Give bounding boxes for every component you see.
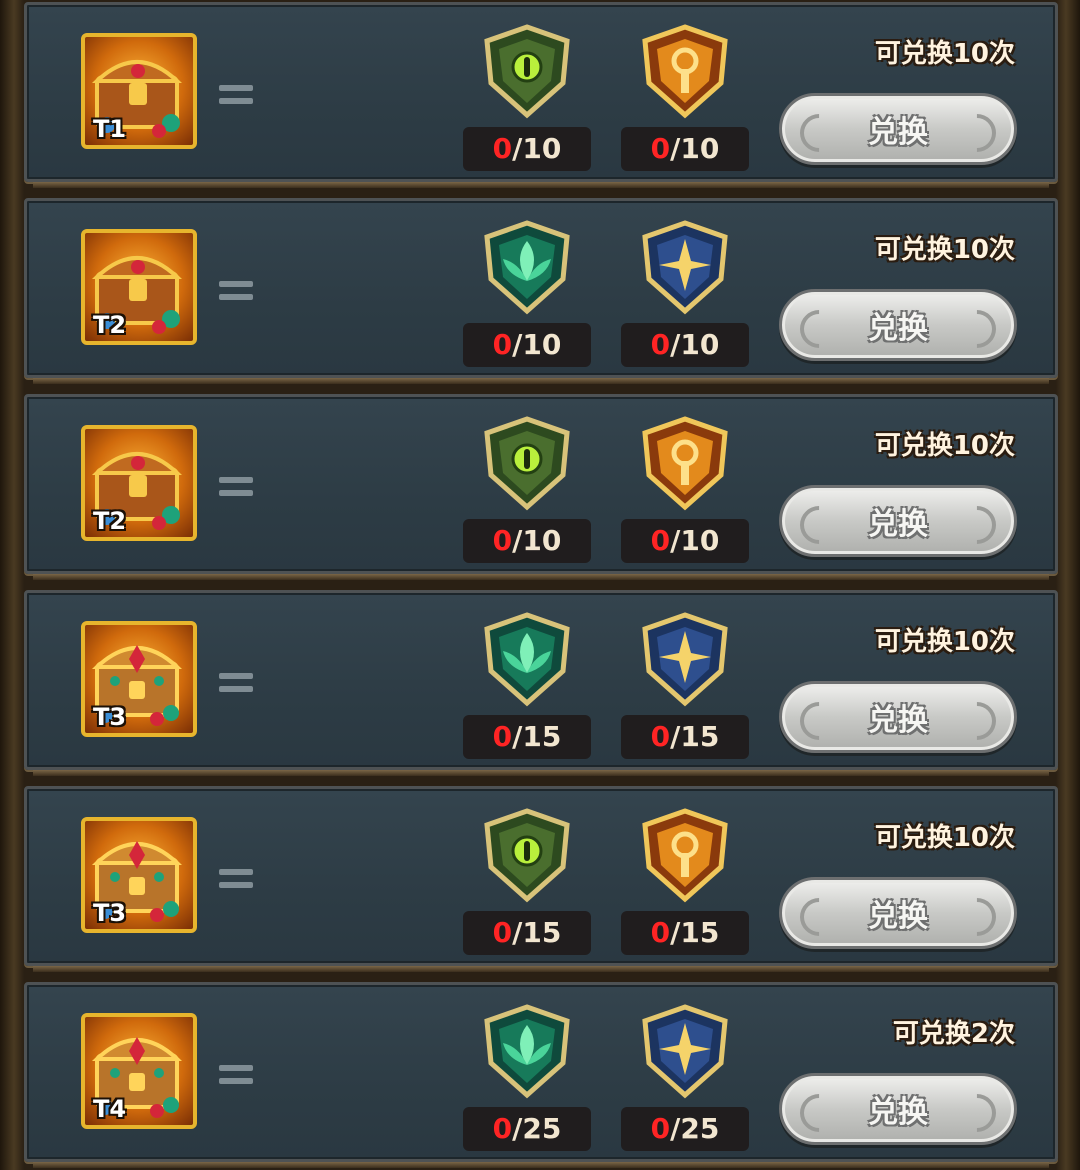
equals-icon xyxy=(219,279,253,303)
green-eye-emblem-icon[interactable] xyxy=(479,807,575,903)
exchange-button[interactable]: 兑换 xyxy=(779,289,1017,361)
orange-sigil-emblem-icon[interactable] xyxy=(637,807,733,903)
cost-counter-1: 0/15 xyxy=(463,911,591,955)
remaining-count: 可兑换10次 xyxy=(874,235,1015,265)
remaining-count: 可兑换10次 xyxy=(874,39,1015,69)
cost-counter-2: 0/10 xyxy=(621,323,749,367)
exchange-button-label: 兑换 xyxy=(868,311,928,346)
teal-leaf-emblem-icon[interactable] xyxy=(479,219,575,315)
exchange-button[interactable]: 兑换 xyxy=(779,1073,1017,1145)
equals-icon xyxy=(219,671,253,695)
cost-counter-2: 0/15 xyxy=(621,715,749,759)
exchange-button[interactable]: 兑换 xyxy=(779,877,1017,949)
teal-leaf-emblem-icon[interactable] xyxy=(479,611,575,707)
tier-label: T1 xyxy=(93,115,127,143)
exchange-row: T3 0/15 0/15 可兑换10次 兑换 xyxy=(24,590,1058,776)
remaining-count: 可兑换10次 xyxy=(874,627,1015,657)
cost-counter-1: 0/15 xyxy=(463,715,591,759)
orange-sigil-emblem-icon[interactable] xyxy=(637,23,733,119)
equals-icon xyxy=(219,83,253,107)
exchange-row: T4 0/25 0/25 可兑换2次 兑换 xyxy=(24,982,1058,1168)
exchange-row: T3 0/15 0/15 可兑换10次 兑换 xyxy=(24,786,1058,972)
remaining-count: 可兑换10次 xyxy=(874,823,1015,853)
treasure-chest-icon[interactable]: T2 xyxy=(81,425,197,541)
blue-star-emblem-icon[interactable] xyxy=(637,219,733,315)
remaining-count: 可兑换2次 xyxy=(892,1019,1015,1049)
cost-counter-2: 0/15 xyxy=(621,911,749,955)
exchange-button[interactable]: 兑换 xyxy=(779,93,1017,165)
tier-label: T3 xyxy=(93,703,127,731)
exchange-row: T2 0/10 0/10 可兑换10次 兑换 xyxy=(24,198,1058,384)
cost-counter-2: 0/10 xyxy=(621,127,749,171)
cost-counter-1: 0/25 xyxy=(463,1107,591,1151)
treasure-chest-icon[interactable]: T3 xyxy=(81,817,197,933)
green-eye-emblem-icon[interactable] xyxy=(479,23,575,119)
blue-star-emblem-icon[interactable] xyxy=(637,1003,733,1099)
equals-icon xyxy=(219,867,253,891)
exchange-button-label: 兑换 xyxy=(868,115,928,150)
cost-counter-1: 0/10 xyxy=(463,127,591,171)
exchange-list[interactable]: T1 0/10 0/10 可兑换10次 兑换 T2 0/10 0/10 可兑换1… xyxy=(24,0,1058,1170)
cost-counter-2: 0/25 xyxy=(621,1107,749,1151)
remaining-count: 可兑换10次 xyxy=(874,431,1015,461)
green-eye-emblem-icon[interactable] xyxy=(479,415,575,511)
orange-sigil-emblem-icon[interactable] xyxy=(637,415,733,511)
equals-icon xyxy=(219,475,253,499)
treasure-chest-icon[interactable]: T4 xyxy=(81,1013,197,1129)
tier-label: T3 xyxy=(93,899,127,927)
exchange-button-label: 兑换 xyxy=(868,507,928,542)
treasure-chest-icon[interactable]: T3 xyxy=(81,621,197,737)
tier-label: T2 xyxy=(93,311,127,339)
cost-counter-1: 0/10 xyxy=(463,323,591,367)
equals-icon xyxy=(219,1063,253,1087)
exchange-row: T1 0/10 0/10 可兑换10次 兑换 xyxy=(24,2,1058,188)
cost-counter-1: 0/10 xyxy=(463,519,591,563)
exchange-button-label: 兑换 xyxy=(868,703,928,738)
teal-leaf-emblem-icon[interactable] xyxy=(479,1003,575,1099)
exchange-button-label: 兑换 xyxy=(868,1095,928,1130)
cost-counter-2: 0/10 xyxy=(621,519,749,563)
blue-star-emblem-icon[interactable] xyxy=(637,611,733,707)
exchange-button-label: 兑换 xyxy=(868,899,928,934)
exchange-button[interactable]: 兑换 xyxy=(779,681,1017,753)
exchange-button[interactable]: 兑换 xyxy=(779,485,1017,557)
tier-label: T2 xyxy=(93,507,127,535)
treasure-chest-icon[interactable]: T1 xyxy=(81,33,197,149)
treasure-chest-icon[interactable]: T2 xyxy=(81,229,197,345)
tier-label: T4 xyxy=(93,1095,127,1123)
exchange-row: T2 0/10 0/10 可兑换10次 兑换 xyxy=(24,394,1058,580)
